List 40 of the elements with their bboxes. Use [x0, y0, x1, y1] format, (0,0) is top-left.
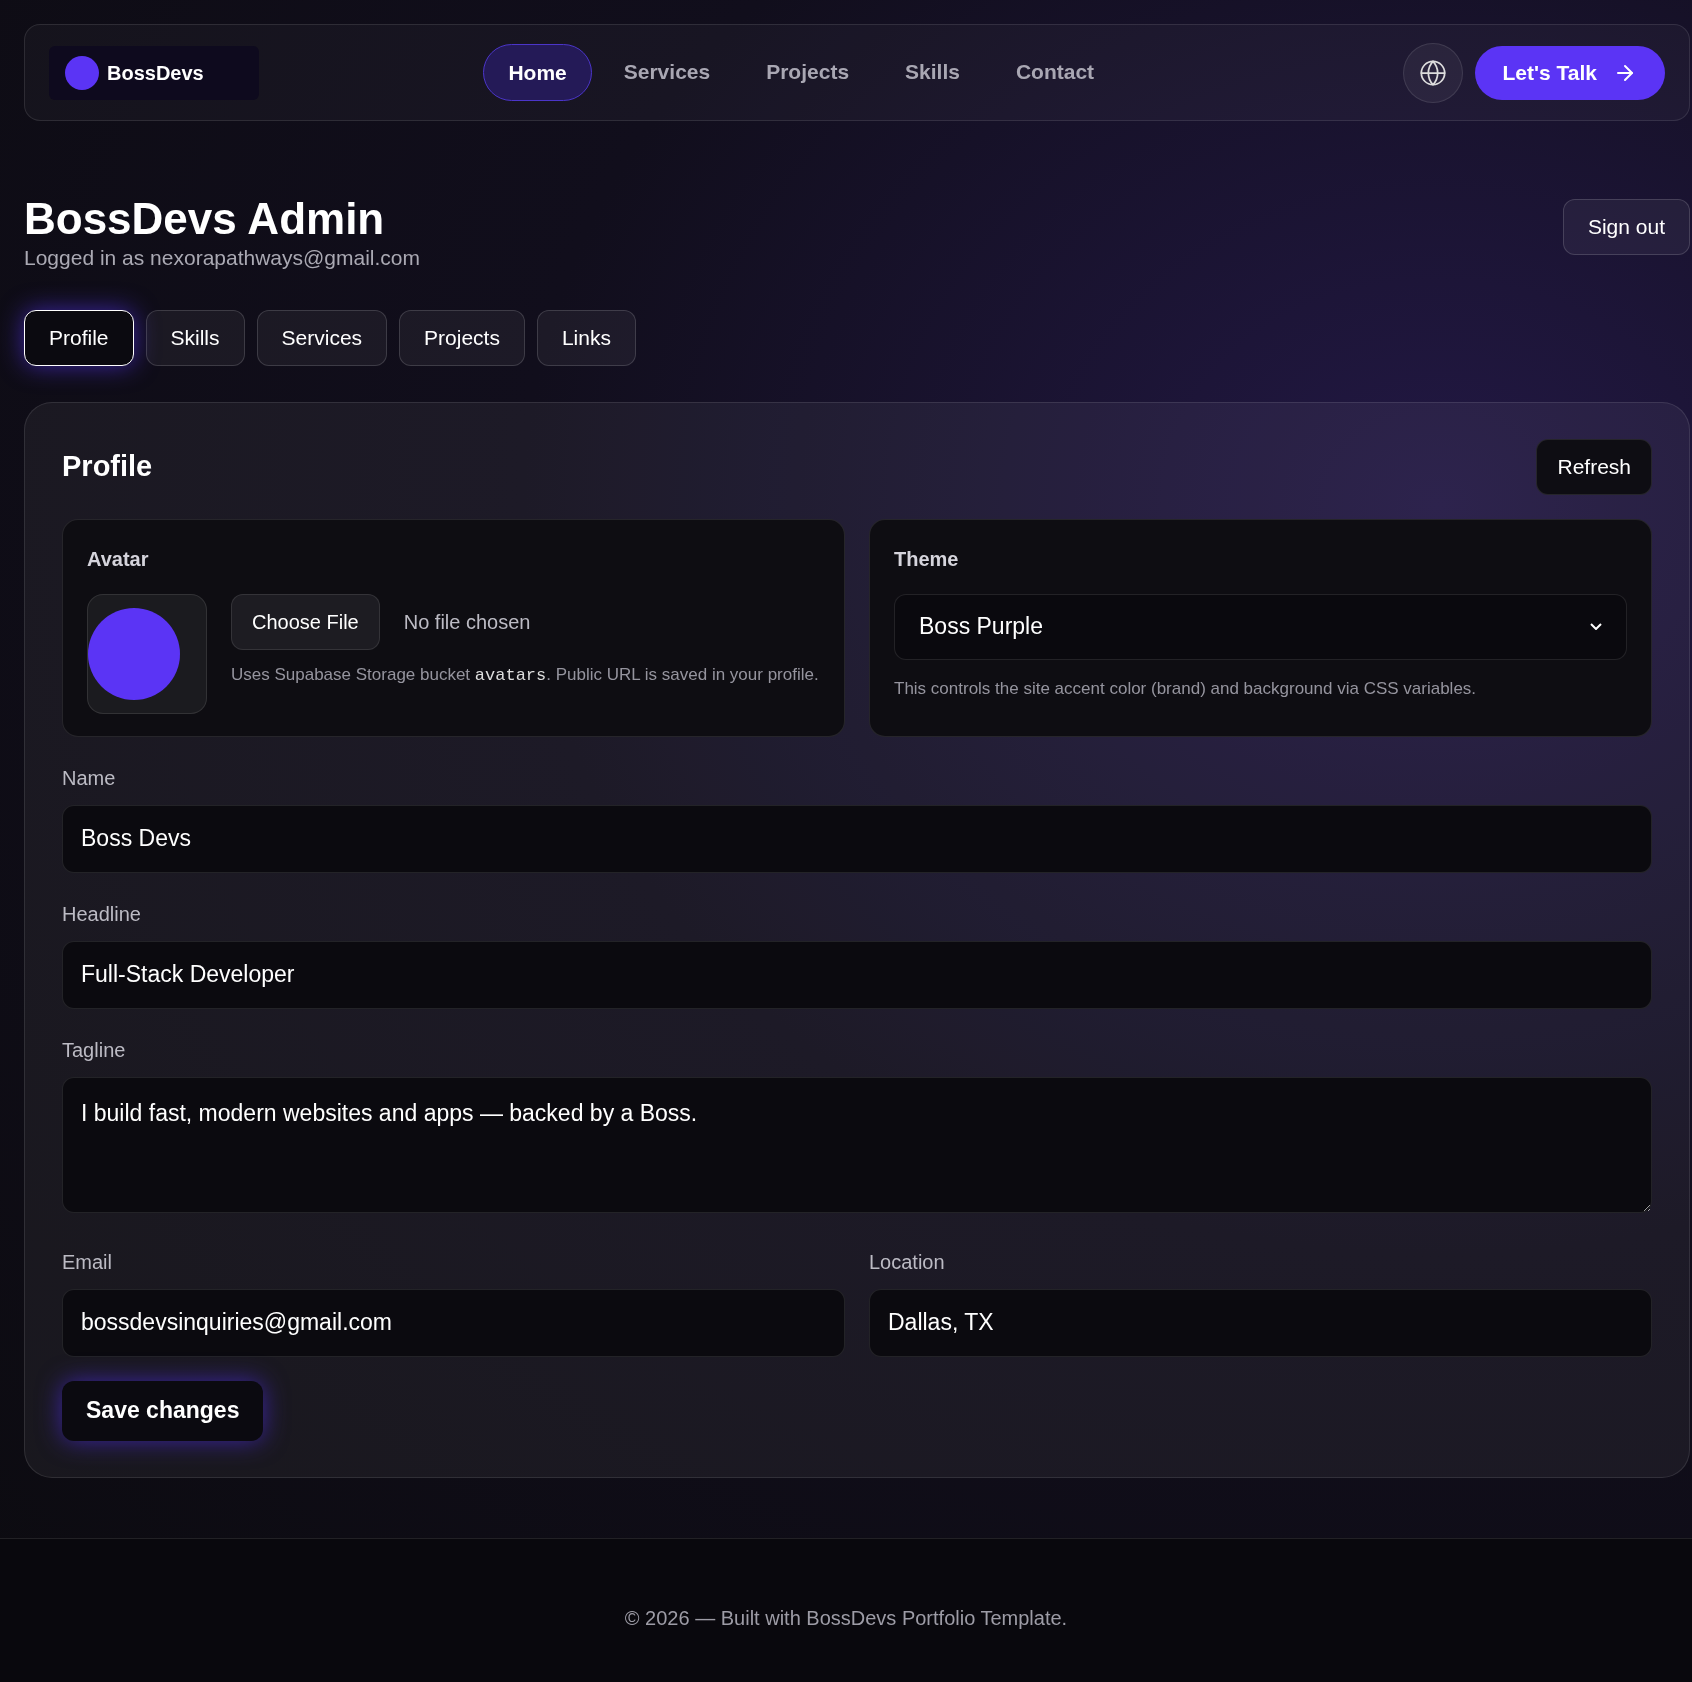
save-button[interactable]: Save changes [62, 1380, 264, 1441]
avatar-hint: Uses Supabase Storage bucket avatars. Public URL is saved in your profile. [231, 663, 820, 687]
nav-link[interactable]: Services [599, 43, 735, 102]
field-label: Name [62, 765, 117, 791]
text-field[interactable]: Full-Stack Developer [62, 940, 1652, 1009]
theme-hint: This controls the site accent color (brand) and background via CSS variables. [894, 677, 1478, 700]
theme-label: Theme [894, 546, 960, 572]
page-title: BossDevs Admin [24, 196, 386, 243]
brand-badge[interactable]: BossDevs [49, 45, 259, 100]
text-field[interactable]: Boss Devs [62, 804, 1652, 873]
nav-link[interactable]: Skills [881, 43, 984, 102]
avatar-label: Avatar [87, 546, 150, 572]
logged-in-text: Logged in as nexorapathways@gmail.com [24, 245, 421, 272]
theme-select[interactable]: Boss Purple [894, 593, 1627, 660]
admin-tab[interactable]: Profile [24, 309, 134, 366]
globe-icon [1418, 58, 1447, 87]
lets-talk-button[interactable]: Let's Talk [1474, 45, 1665, 100]
field-label: Location [869, 1249, 946, 1275]
file-status: No file chosen [403, 609, 531, 635]
admin-tab[interactable]: Links [536, 309, 636, 366]
admin-tab[interactable]: Projects [399, 309, 525, 366]
brand-name: BossDevs [107, 60, 204, 86]
admin-tab[interactable]: Services [256, 309, 388, 366]
nav-link[interactable]: Projects [742, 43, 874, 102]
footer-text: © 2026 — Built with BossDevs Portfolio Template. [624, 1605, 1068, 1631]
refresh-button[interactable]: Refresh [1536, 438, 1652, 495]
text-field[interactable]: bossdevsinquiries@gmail.com [62, 1288, 845, 1357]
admin-tab[interactable]: Skills [145, 309, 245, 366]
nav-link[interactable]: Contact [991, 43, 1119, 102]
sign-out-button[interactable]: Sign out [1562, 199, 1690, 255]
tagline-field[interactable]: I build fast, modern websites and apps — backed by a Boss. [62, 1076, 1652, 1213]
section-title: Profile [62, 448, 153, 484]
field-label: Email [62, 1249, 113, 1275]
field-label: Tagline [62, 1037, 127, 1063]
choose-file-button[interactable]: Choose File [231, 593, 380, 650]
text-field[interactable]: Dallas, TX [869, 1288, 1652, 1357]
field-label: Headline [62, 901, 142, 927]
logo-icon [65, 55, 99, 90]
nav-link[interactable]: Home [483, 43, 592, 102]
chevron-down-icon [1590, 623, 1602, 631]
